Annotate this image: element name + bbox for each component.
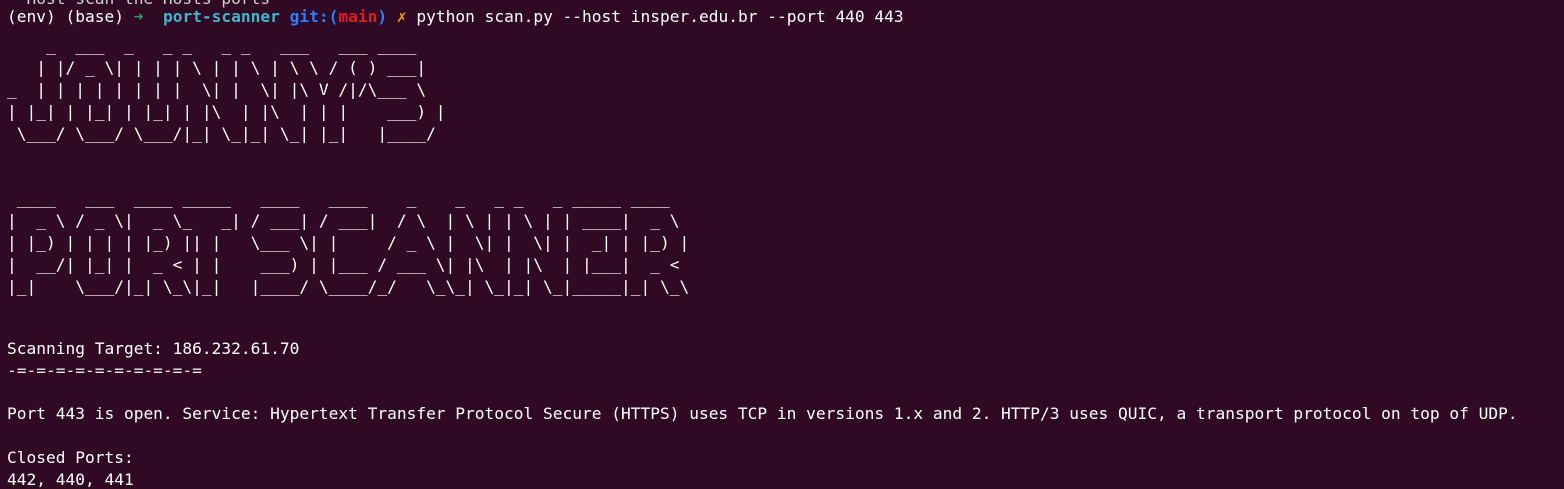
banner-line-1-row-1: _ ___ _ _ _ _ _ ___ ___ ____ xyxy=(7,36,427,55)
banner-line-2-row-3: | |_) | | | | |_) || | \___ \| | / _ \ |… xyxy=(7,233,690,252)
banner-line-1-row-3: _ | | | | | | | | \| | \| |\ V /|/\___ \ xyxy=(7,80,427,99)
terminal-window[interactable]: Host scan the Hosts ports (env) (base) ➜… xyxy=(0,0,1564,489)
banner-line-2-row-2: | _ \ / _ \| _ \_ _| / ___| / ___| / \ |… xyxy=(7,211,690,230)
current-directory: port-scanner xyxy=(162,7,280,26)
prompt-line: (env) (base) ➜ port-scanner git:(main) ✗… xyxy=(7,6,904,28)
git-label-close: ) xyxy=(377,7,388,26)
env-indicator: (env) (base) xyxy=(7,7,124,26)
scanning-target: Scanning Target: 186.232.61.70 xyxy=(7,339,300,358)
banner-line-1-row-4: | |_| | |_| | |_| | |\ | |\ | | | ___) | xyxy=(7,102,446,121)
separator-line: -=-=-=-=-=-=-=-=-=-= xyxy=(7,361,202,380)
dirty-marker-icon: ✗ xyxy=(396,7,407,26)
closed-ports-label: Closed Ports: xyxy=(7,448,134,467)
banner-line-2-row-4: | __/| |_| | _ < | | ___) | |___ / ___ \… xyxy=(7,255,690,274)
banner-line-2-row-5: |_| \___/|_| \_\|_| |____/ \____/_/ \_\_… xyxy=(7,277,690,296)
banner-line-2-row-1: ____ ___ ____ _____ ____ ____ _ _ _ _ _ … xyxy=(7,189,690,208)
banner-line-1-row-2: | |/ _ \| | | | \ | | \ | \ \ / ( ) ___| xyxy=(7,58,427,77)
open-port-message: Port 443 is open. Service: Hypertext Tra… xyxy=(7,404,1518,423)
banner-line-1-row-5: \___/ \___/ \___/|_| \_|_| \_| |_| |____… xyxy=(7,124,446,143)
closed-ports-list: 442, 440, 441 xyxy=(7,470,134,489)
git-branch: main xyxy=(338,7,378,26)
command-text: python scan.py --host insper.edu.br --po… xyxy=(416,7,904,26)
git-label: git:( xyxy=(289,7,339,26)
prompt-arrow-icon: ➜ xyxy=(133,7,144,26)
